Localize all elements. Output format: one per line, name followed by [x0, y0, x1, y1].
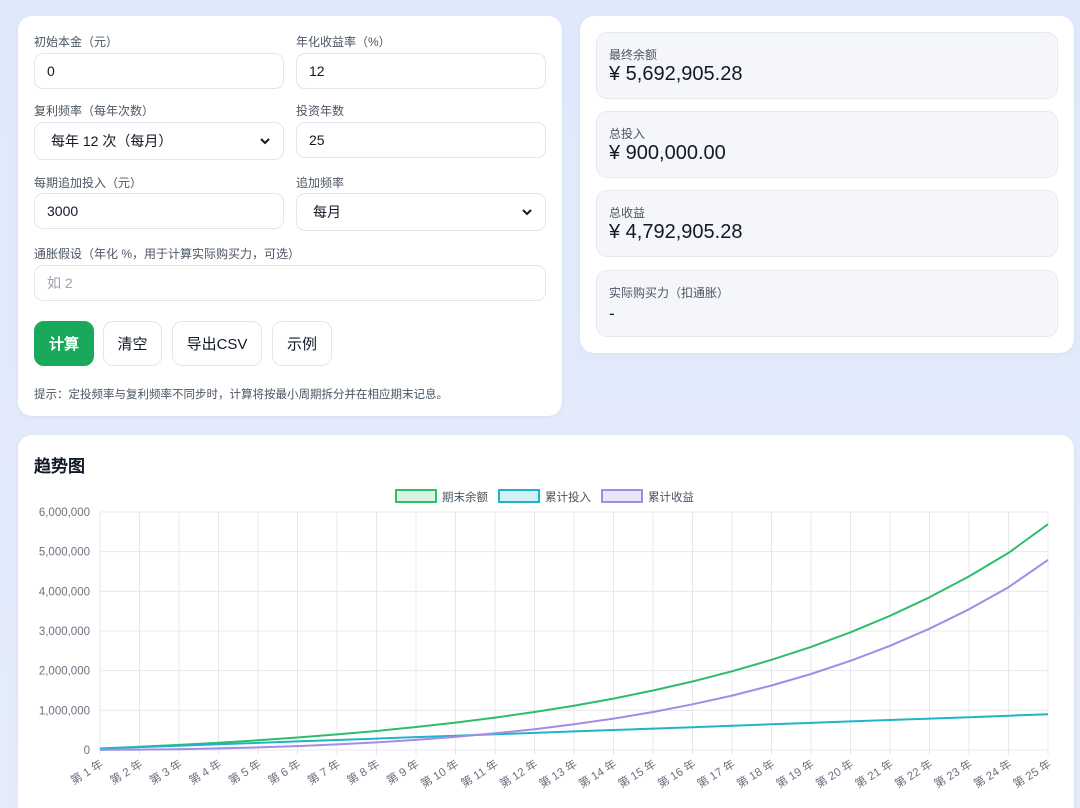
- x-tick-label: 第 16 年: [655, 757, 698, 791]
- x-tick-label: 第 8 年: [344, 757, 382, 788]
- x-tick-label: 第 6 年: [265, 757, 303, 788]
- principal-label: 初始本金（元）: [34, 35, 119, 49]
- x-tick-label: 第 20 年: [813, 757, 856, 791]
- final-balance-label: 最终余额: [609, 48, 658, 62]
- total-invested-value: ¥ 900,000.00: [609, 142, 726, 164]
- real-value-label: 实际购买力（扣通胀）: [609, 286, 730, 300]
- compound-select[interactable]: 每年 12 次（每月）: [34, 122, 284, 160]
- years-input[interactable]: 25: [296, 122, 546, 158]
- example-button[interactable]: 示例: [272, 321, 332, 366]
- y-tick-label: 0: [84, 745, 90, 757]
- x-tick-label: 第 24 年: [971, 757, 1014, 791]
- contribution-input[interactable]: 3000: [34, 193, 284, 229]
- x-tick-label: 第 23 年: [931, 757, 974, 791]
- total-return-value: ¥ 4,792,905.28: [609, 221, 743, 243]
- x-tick-label: 第 11 年: [458, 757, 500, 791]
- contribution-freq-selected-value: 每月: [313, 204, 341, 220]
- y-tick-label: 4,000,000: [39, 586, 90, 598]
- total-return-stat: 总收益 ¥ 4,792,905.28: [596, 190, 1058, 257]
- rate-label: 年化收益率（%）: [296, 35, 391, 49]
- x-tick-label: 第 17 年: [694, 757, 737, 791]
- inflation-input[interactable]: 如 2: [34, 265, 546, 301]
- x-tick-label: 第 19 年: [773, 757, 816, 791]
- compound-label: 复利频率（每年次数）: [34, 104, 155, 118]
- hint-text: 提示：定投频率与复利频率不同步时，计算将按最小周期拆分并在相应期末记息。: [34, 389, 448, 401]
- legend-swatch: [395, 489, 437, 503]
- x-tick-label: 第 4 年: [186, 757, 224, 788]
- principal-input[interactable]: 0: [34, 53, 284, 89]
- calculator-form-card: 初始本金（元） 0 年化收益率（%） 12 复利频率（每年次数） 每年 12 次…: [18, 16, 562, 416]
- x-tick-label: 第 5 年: [226, 757, 264, 788]
- y-tick-label: 1,000,000: [39, 705, 90, 717]
- legend-label: 累计投入: [545, 490, 591, 504]
- x-tick-label: 第 1 年: [68, 757, 106, 788]
- total-invested-stat: 总投入 ¥ 900,000.00: [596, 111, 1058, 178]
- rate-input[interactable]: 12: [296, 53, 546, 89]
- trend-chart-card: 趋势图 6,000,000 5,000,000 4,000,000 3,000,000…: [18, 435, 1074, 808]
- final-balance-value: ¥ 5,692,905.28: [609, 63, 743, 85]
- legend-swatch: [601, 489, 643, 503]
- inflation-label: 通胀假设（年化 %，用于计算实际购买力，可选）: [34, 247, 301, 261]
- x-tick-label: 第 22 年: [892, 757, 935, 791]
- y-tick-label: 6,000,000: [39, 507, 90, 519]
- calculate-button[interactable]: 计算: [34, 321, 94, 366]
- x-tick-label: 第 14 年: [576, 757, 619, 791]
- chevron-down-icon: [260, 138, 270, 145]
- legend-label: 期末余额: [442, 490, 488, 504]
- compound-selected-value: 每年 12 次（每月）: [51, 133, 173, 149]
- trend-chart: 6,000,000 5,000,000 4,000,000 3,000,000 2,00…: [39, 489, 1054, 791]
- x-tick-label: 第 15 年: [615, 757, 658, 791]
- contribution-freq-select[interactable]: 每月: [296, 193, 546, 231]
- total-invested-label: 总投入: [609, 127, 646, 141]
- y-tick-label: 3,000,000: [39, 626, 90, 638]
- x-tick-label: 第 3 年: [147, 757, 185, 788]
- legend-swatch: [498, 489, 540, 503]
- real-value-value: -: [609, 304, 615, 323]
- y-tick-label: 5,000,000: [39, 547, 90, 559]
- clear-button[interactable]: 清空: [103, 321, 162, 366]
- x-tick-label: 第 13 年: [536, 757, 579, 791]
- x-tick-label: 第 7 年: [305, 757, 343, 788]
- years-label: 投资年数: [296, 104, 345, 118]
- export-csv-button[interactable]: 导出CSV: [172, 321, 262, 366]
- real-value-stat: 实际购买力（扣通胀） -: [596, 270, 1058, 337]
- chevron-down-icon: [522, 209, 532, 216]
- x-tick-label: 第 10 年: [418, 757, 461, 791]
- x-tick-label: 第 21 年: [852, 757, 895, 791]
- contribution-label: 每期追加投入（元）: [34, 176, 143, 190]
- final-balance-stat: 最终余额 ¥ 5,692,905.28: [596, 32, 1058, 99]
- x-tick-label: 第 2 年: [107, 757, 145, 788]
- contribution-freq-label: 追加频率: [296, 176, 345, 190]
- y-tick-label: 2,000,000: [39, 666, 90, 678]
- total-return-label: 总收益: [609, 206, 646, 220]
- x-tick-label: 第 12 年: [497, 757, 540, 791]
- x-tick-label: 第 18 年: [734, 757, 777, 791]
- summary-card: 最终余额 ¥ 5,692,905.28 总投入 ¥ 900,000.00 总收益…: [580, 16, 1074, 353]
- legend-label: 累计收益: [648, 490, 694, 504]
- x-tick-label: 第 9 年: [384, 757, 422, 788]
- x-tick-label: 第 25 年: [1010, 757, 1053, 791]
